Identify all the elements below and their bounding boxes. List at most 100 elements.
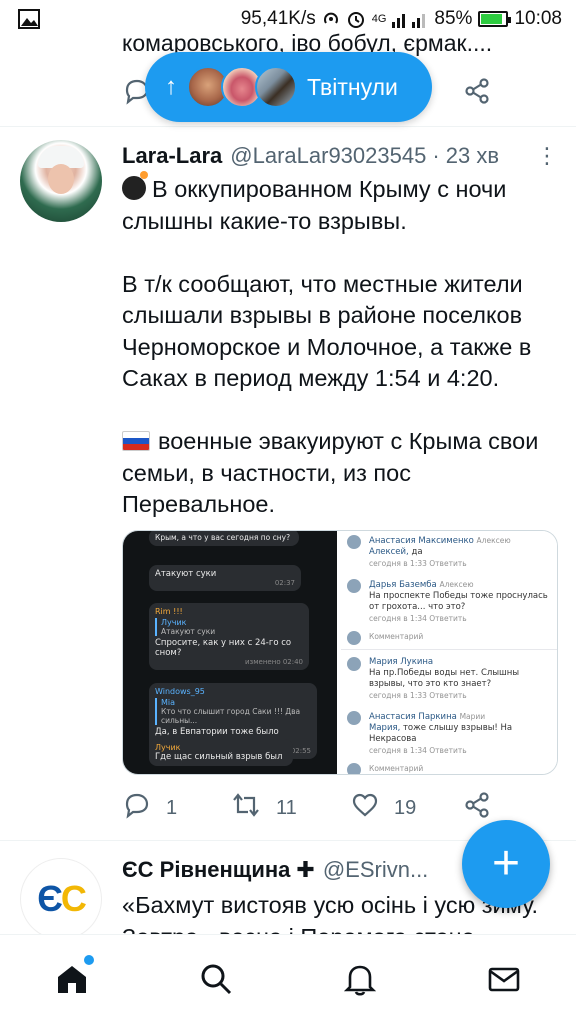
comment-address: Мария, (369, 723, 401, 733)
divider (341, 649, 557, 650)
hotspot-icon (322, 10, 340, 28)
reply-text: Атакуют суки (161, 627, 216, 636)
retweet-icon (230, 790, 262, 826)
retweet-count: 11 (276, 796, 297, 819)
home-icon (58, 966, 86, 993)
notification-dot (84, 955, 94, 965)
comment-reply-to: Алексею (439, 580, 474, 589)
chat-text: Где щас сильный взрыв был (155, 752, 283, 762)
comment-placeholder: Комментарий (369, 764, 424, 773)
alarm-icon (346, 9, 366, 29)
nav-search[interactable] (196, 959, 236, 999)
media-image-chat[interactable]: Крым, а что у вас сегодня по сну? Атакую… (123, 531, 337, 774)
nav-messages[interactable] (484, 959, 524, 999)
heart-icon (350, 790, 380, 826)
comment-author: Анастасия Максименко (369, 536, 474, 546)
reply-author: Лучик (161, 618, 187, 627)
arrow-up-icon: ↑ (165, 73, 177, 100)
comment-input[interactable]: Комментарий (347, 763, 551, 774)
avatar (347, 535, 361, 549)
tweet-paragraph: военные эвакуируют с Крыма свои семьи, в… (122, 428, 539, 517)
avatar (255, 66, 297, 108)
comment-text: да (411, 547, 423, 557)
author-handle[interactable]: @LaraLar93023545 (230, 143, 426, 169)
chat-time: 02:37 (274, 579, 295, 587)
bomb-emoji-icon (122, 171, 148, 200)
flag-icon (122, 431, 150, 451)
tweet-header: Lara-Lara @LaraLar93023545 · 23 хв (122, 140, 562, 172)
comment: Анастасия Максименко Алексею Алексей, да с… (347, 535, 551, 570)
tweet-paragraph: В оккупированном Крыму с ночи слышны как… (122, 176, 507, 234)
author-name[interactable]: ЄС Рівненщина (122, 857, 290, 883)
reply-author: Mia (161, 698, 176, 707)
gallery-icon (14, 9, 44, 29)
chat-author: Rim !!! (155, 607, 183, 616)
reply-button[interactable]: 1 (122, 790, 177, 826)
signal-icon (392, 10, 428, 28)
pill-label: Твітнули (307, 73, 398, 100)
more-options-icon[interactable]: ⋮ (536, 142, 558, 170)
reply-text: Кто что слышит город Саки !!! Два сильны… (161, 707, 301, 725)
media-image-comments[interactable]: Анастасия Максименко Алексею Алексей, да с… (341, 531, 557, 774)
bell-icon (343, 965, 377, 996)
chat-text: Атакуют суки (155, 569, 217, 579)
chat-message: Крым, а что у вас сегодня по сну? (149, 531, 299, 546)
bottom-navigation (0, 934, 576, 1024)
share-button[interactable] (462, 790, 492, 826)
avatar[interactable] (20, 140, 102, 222)
comment-address: Алексей, (369, 547, 409, 557)
new-tweets-pill[interactable]: ↑ Твітнули (145, 52, 432, 122)
retweet-button[interactable]: 11 (230, 790, 297, 826)
comment-author: Дарья Баземба (369, 580, 437, 590)
search-icon (201, 964, 232, 995)
nav-home[interactable] (52, 955, 94, 999)
comment-text: На пр.Победы воды нет. Слышны взрывы, чт… (369, 668, 520, 689)
share-icon (462, 790, 492, 826)
reply-count: 1 (166, 796, 178, 819)
avatar (347, 711, 361, 725)
tweet-text: Завтра - весна і Перемога стане (122, 922, 567, 934)
nav-notifications[interactable] (340, 959, 380, 999)
share-icon[interactable] (462, 76, 492, 111)
avatar (347, 579, 361, 593)
comment-placeholder: Комментарий (369, 632, 424, 641)
network-type: 4G (371, 13, 387, 25)
mail-icon (488, 967, 520, 992)
comment-reply-to: Марии (459, 712, 486, 721)
network-speed: 95,41K/s (240, 8, 316, 29)
comment: Мария Лукина На пр.Победы воды нет. Слышн… (347, 657, 551, 702)
chat-time: изменено 02:40 (245, 658, 303, 666)
comment: Анастасия Паркина Марии Мария, тоже слышу… (347, 711, 551, 757)
logo-text: ЄС (37, 878, 87, 919)
comment-input[interactable]: Комментарий (347, 631, 551, 645)
comment-text: На проспекте Победы тоже проснулась от г… (369, 591, 548, 612)
like-count: 19 (394, 796, 417, 819)
author-name[interactable]: Lara-Lara (122, 143, 222, 169)
chat-text: Спросите, как у них с 24-го со сном? (155, 638, 292, 658)
battery-icon (478, 11, 512, 27)
comment-meta: сегодня в 1:34 Ответить (369, 614, 467, 623)
pill-avatars (187, 66, 297, 108)
avatar[interactable]: ЄС (20, 858, 102, 940)
clock: 10:08 (514, 8, 562, 29)
like-button[interactable]: 19 (350, 790, 416, 826)
tweet-time: · 23 хв (432, 143, 500, 168)
avatar (347, 763, 361, 774)
battery-percent: 85% (434, 8, 473, 29)
reply-icon (122, 790, 152, 826)
compose-tweet-button[interactable]: + (462, 820, 550, 908)
avatar (347, 657, 361, 671)
comment: Дарья Баземба Алексею На проспекте Победы… (347, 579, 551, 625)
tweet-text: В оккупированном Крыму с ночи слышны как… (122, 171, 567, 521)
avatar (347, 631, 361, 645)
comment-meta: сегодня в 1:33 Ответить (369, 691, 467, 700)
author-handle[interactable]: @ESrivn... (323, 857, 428, 883)
tweet-media[interactable]: Крым, а что у вас сегодня по сну? Атакую… (122, 530, 558, 775)
chat-message: Атакуют суки 02:37 (149, 565, 301, 591)
tweet-header: ЄС Рівненщина ✚ @ESrivn... (122, 854, 462, 886)
comment-reply-to: Алексею (476, 536, 511, 545)
tweet-divider (0, 126, 576, 127)
comment-author: Мария Лукина (369, 657, 434, 667)
chat-author: Windows_95 (155, 687, 205, 696)
chat-text: Крым, а что у вас сегодня по сну? (155, 533, 291, 542)
